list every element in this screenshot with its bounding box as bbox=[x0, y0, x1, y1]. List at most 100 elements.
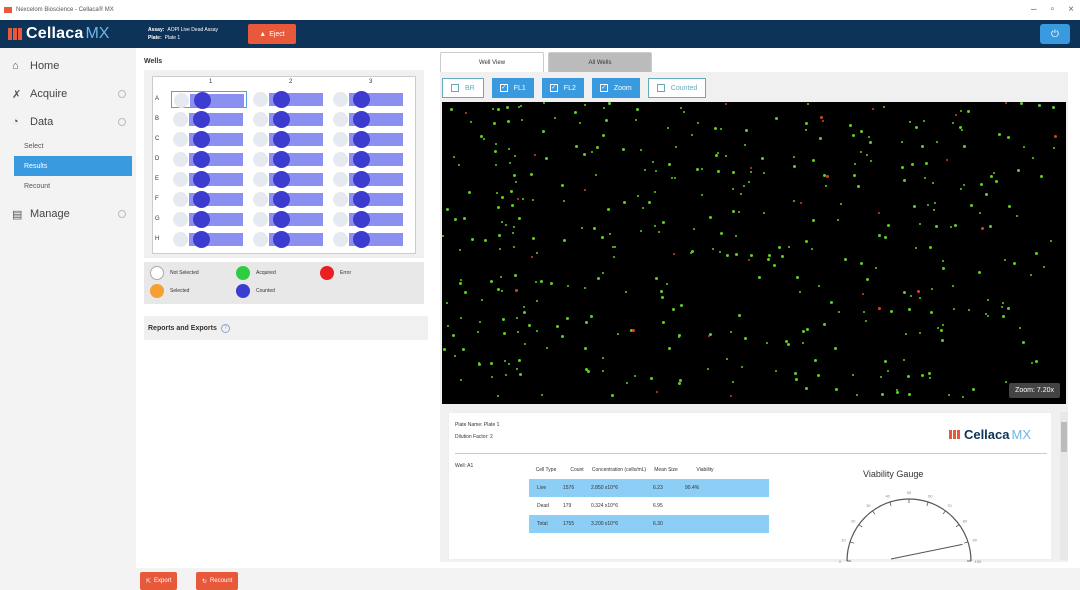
well-C1[interactable] bbox=[171, 131, 247, 148]
sidebar-item-select[interactable]: Select bbox=[14, 136, 136, 156]
results-brand-logo: Cellaca MX bbox=[948, 427, 1031, 442]
live-cell bbox=[720, 232, 723, 235]
well-G2[interactable] bbox=[251, 211, 327, 228]
live-cell bbox=[490, 362, 493, 365]
well-H3[interactable] bbox=[331, 231, 407, 248]
live-cell bbox=[479, 321, 481, 323]
well-E1[interactable] bbox=[171, 171, 247, 188]
sidebar-item-acquire[interactable]: ✗ Acquire bbox=[0, 80, 136, 108]
live-cell bbox=[913, 205, 916, 208]
live-cell bbox=[738, 211, 740, 213]
well-D1[interactable] bbox=[171, 151, 247, 168]
live-cell bbox=[919, 332, 921, 334]
live-cell bbox=[1016, 215, 1018, 217]
home-icon: ⌂ bbox=[12, 60, 19, 72]
well-D3[interactable] bbox=[331, 151, 407, 168]
well-F2[interactable] bbox=[251, 191, 327, 208]
live-cell bbox=[602, 370, 604, 372]
well-id: Well: A1 bbox=[455, 463, 474, 469]
eject-button[interactable]: ▲ Eject bbox=[248, 24, 296, 44]
cell-concentration: 2.850 x10^6 bbox=[591, 485, 619, 491]
well-C3[interactable] bbox=[331, 131, 407, 148]
well-H1[interactable] bbox=[171, 231, 247, 248]
maximize-button[interactable]: ▫ bbox=[1051, 4, 1055, 15]
close-button[interactable]: × bbox=[1068, 4, 1074, 15]
live-cell bbox=[650, 377, 653, 380]
well-A1[interactable] bbox=[171, 91, 247, 109]
well-E2[interactable] bbox=[251, 171, 327, 188]
reports-exports-header[interactable]: Reports and Exports ? bbox=[144, 316, 428, 340]
well-A2[interactable] bbox=[251, 91, 327, 108]
well-B2[interactable] bbox=[251, 111, 327, 128]
zoom-toggle[interactable]: ✓ Zoom bbox=[591, 78, 640, 98]
live-cell bbox=[875, 267, 877, 269]
sidebar-item-data[interactable]: ◔ Data bbox=[0, 108, 136, 136]
acquire-icon: ✗ bbox=[12, 88, 22, 101]
live-cell bbox=[743, 185, 745, 187]
live-cell bbox=[593, 227, 596, 230]
live-cell bbox=[508, 363, 510, 365]
well-F1[interactable] bbox=[171, 191, 247, 208]
live-cell bbox=[773, 264, 776, 267]
sidebar-item-manage[interactable]: ▤ Manage bbox=[0, 200, 136, 228]
counted-dot-icon bbox=[236, 284, 250, 298]
br-toggle[interactable]: BR bbox=[442, 78, 484, 98]
scrollbar-thumb[interactable] bbox=[1061, 422, 1067, 452]
live-cell bbox=[640, 149, 642, 151]
row-label: H bbox=[155, 236, 160, 242]
recount-button[interactable]: ↻ Recount bbox=[196, 572, 239, 590]
minimize-button[interactable]: – bbox=[1031, 4, 1037, 15]
dead-cell bbox=[1005, 102, 1007, 104]
well-B3[interactable] bbox=[331, 111, 407, 128]
well-E3[interactable] bbox=[331, 171, 407, 188]
live-cell bbox=[662, 221, 665, 224]
gauge-tick-label: 100 bbox=[975, 559, 982, 563]
tab-well-view[interactable]: Well View bbox=[440, 52, 544, 72]
live-cell bbox=[517, 331, 519, 333]
live-cell bbox=[464, 291, 467, 294]
cell-type: Dead bbox=[537, 503, 549, 509]
fl2-toggle[interactable]: ✓ FL2 bbox=[541, 78, 584, 98]
live-cell bbox=[545, 157, 548, 160]
live-cell bbox=[502, 318, 505, 321]
live-cell bbox=[501, 221, 503, 223]
sidebar-item-home[interactable]: ⌂ Home bbox=[0, 52, 136, 80]
cell-image-view[interactable]: Zoom: 7.20x bbox=[442, 102, 1066, 404]
well-G1[interactable] bbox=[171, 211, 247, 228]
well-B1[interactable] bbox=[171, 111, 247, 128]
live-cell bbox=[766, 342, 768, 344]
sidebar-label: Manage bbox=[30, 208, 70, 220]
live-cell bbox=[671, 177, 673, 179]
results-scrollbar[interactable] bbox=[1060, 412, 1068, 560]
live-cell bbox=[450, 108, 453, 111]
live-cell bbox=[506, 106, 509, 109]
brand-name: Cellaca bbox=[26, 25, 84, 42]
well-G3[interactable] bbox=[331, 211, 407, 228]
col-header: Viability bbox=[696, 467, 714, 473]
well-H2[interactable] bbox=[251, 231, 327, 248]
well-D2[interactable] bbox=[251, 151, 327, 168]
col-header: Concentration (cells/mL) bbox=[591, 467, 647, 473]
live-cell bbox=[903, 179, 906, 182]
sidebar-item-recount[interactable]: Recount bbox=[14, 176, 136, 196]
fl1-toggle[interactable]: ✓ FL1 bbox=[491, 78, 534, 98]
counted-toggle[interactable]: Counted bbox=[647, 78, 707, 98]
live-cell bbox=[942, 267, 945, 270]
live-cell bbox=[518, 217, 521, 220]
live-cell bbox=[452, 334, 455, 337]
live-cell bbox=[532, 237, 535, 240]
well-A3[interactable] bbox=[331, 91, 407, 108]
sidebar-item-results[interactable]: Results bbox=[14, 156, 132, 176]
well-C2[interactable] bbox=[251, 131, 327, 148]
help-icon[interactable]: ? bbox=[220, 323, 230, 333]
export-button[interactable]: ⇱ Export bbox=[140, 572, 178, 590]
power-button[interactable]: ⏻ bbox=[1040, 24, 1070, 44]
dead-cell bbox=[517, 198, 519, 200]
live-cell bbox=[532, 199, 534, 201]
live-cell bbox=[1013, 262, 1016, 265]
dead-cell bbox=[708, 335, 710, 337]
cell-type: Total bbox=[537, 521, 548, 527]
well-F3[interactable] bbox=[331, 191, 407, 208]
live-cell bbox=[1002, 302, 1004, 304]
tab-all-wells[interactable]: All Wells bbox=[548, 52, 652, 72]
